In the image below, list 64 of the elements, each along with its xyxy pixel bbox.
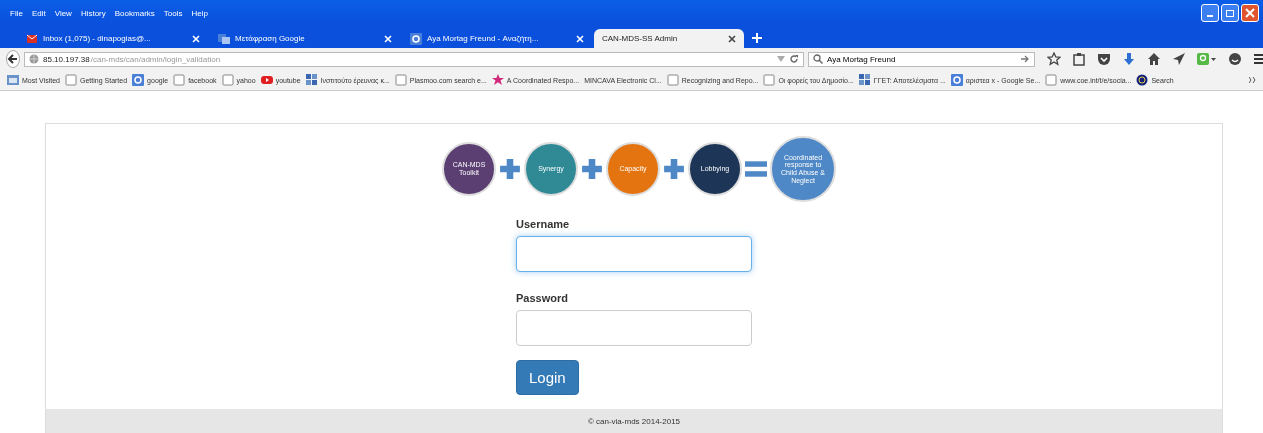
close-icon — [1245, 8, 1255, 18]
menu-item[interactable]: Tools — [163, 8, 183, 18]
back-button[interactable] — [6, 50, 20, 68]
login-button[interactable]: Login — [516, 360, 579, 395]
page-icon — [763, 74, 776, 86]
url-host: 85.10.197.38 — [43, 54, 90, 64]
tab-title: Aya Mortag Freund - Αναζήτη... — [427, 34, 540, 43]
video-icon — [260, 74, 273, 86]
chat-icon[interactable] — [1228, 52, 1242, 66]
arrow-icon[interactable] — [1020, 54, 1030, 64]
plus-icon — [499, 158, 521, 180]
address-bar[interactable]: 85.10.197.38/can-mds/can/admin/login_validation — [24, 51, 804, 67]
page-icon — [221, 74, 234, 86]
search-text: Aya Mortag Freund — [827, 54, 896, 64]
folder-icon — [7, 74, 19, 86]
star-icon[interactable] — [1047, 52, 1061, 66]
globe-icon — [1136, 74, 1149, 86]
page-icon — [394, 74, 407, 86]
search-icon — [813, 54, 823, 64]
clipboard-icon[interactable] — [1072, 52, 1086, 66]
browser-tab[interactable]: CAN-MDS-SS Admin — [594, 29, 744, 48]
search-field[interactable]: Aya Mortag Freund — [808, 51, 1035, 67]
page-icon — [173, 74, 186, 86]
menu-item[interactable]: View — [54, 8, 72, 18]
menu-item[interactable]: Help — [191, 8, 208, 18]
extension-icon[interactable] — [1197, 52, 1217, 66]
menu-item[interactable]: File — [10, 8, 23, 18]
menu-item[interactable]: Edit — [31, 8, 46, 18]
browser-tab[interactable]: Inbox (1,075) - dinapogias@... — [18, 29, 208, 48]
star-icon — [491, 74, 504, 86]
browser-tab[interactable]: Aya Mortag Freund - Αναζήτη... — [402, 29, 592, 48]
equals-icon — [745, 158, 767, 180]
new-tab-icon[interactable] — [752, 33, 762, 43]
page-icon — [666, 74, 679, 86]
menu-item[interactable]: History — [80, 8, 106, 18]
tab-title: Inbox (1,075) - dinapogias@... — [43, 34, 152, 43]
page-icon — [65, 74, 77, 86]
send-icon[interactable] — [1172, 52, 1186, 66]
home-icon[interactable] — [1147, 52, 1161, 66]
username-field[interactable] — [516, 236, 752, 272]
globe-icon — [29, 54, 39, 64]
close-icon[interactable] — [728, 34, 736, 43]
tab-title: CAN-MDS-SS Admin — [602, 34, 679, 43]
tab-title: Μετάφραση Google — [235, 34, 306, 43]
minimize-button[interactable] — [1201, 4, 1219, 22]
mail-icon — [26, 32, 38, 45]
grid-icon — [858, 74, 871, 86]
password-field[interactable] — [516, 310, 752, 346]
field-label: Username — [516, 218, 570, 230]
chevron-icon[interactable] — [1249, 77, 1257, 83]
grid-icon — [305, 74, 318, 86]
copyright-text: © can-via-mds 2014-2015 — [587, 416, 681, 426]
url-path: /can-mds/can/admin/login_validation — [90, 54, 221, 64]
download-icon[interactable] — [1122, 52, 1136, 66]
plus-icon — [581, 158, 603, 180]
field-label: Password — [516, 292, 568, 304]
reload-icon[interactable] — [789, 54, 799, 64]
restore-button[interactable] — [1221, 4, 1239, 22]
browser-tab[interactable]: Μετάφραση Google — [210, 29, 400, 48]
menu-icon[interactable] — [1253, 52, 1263, 66]
plus-icon — [663, 158, 685, 180]
close-button[interactable] — [1241, 4, 1259, 22]
page-icon — [1045, 74, 1058, 86]
menu-item[interactable]: Bookmarks — [114, 8, 155, 18]
